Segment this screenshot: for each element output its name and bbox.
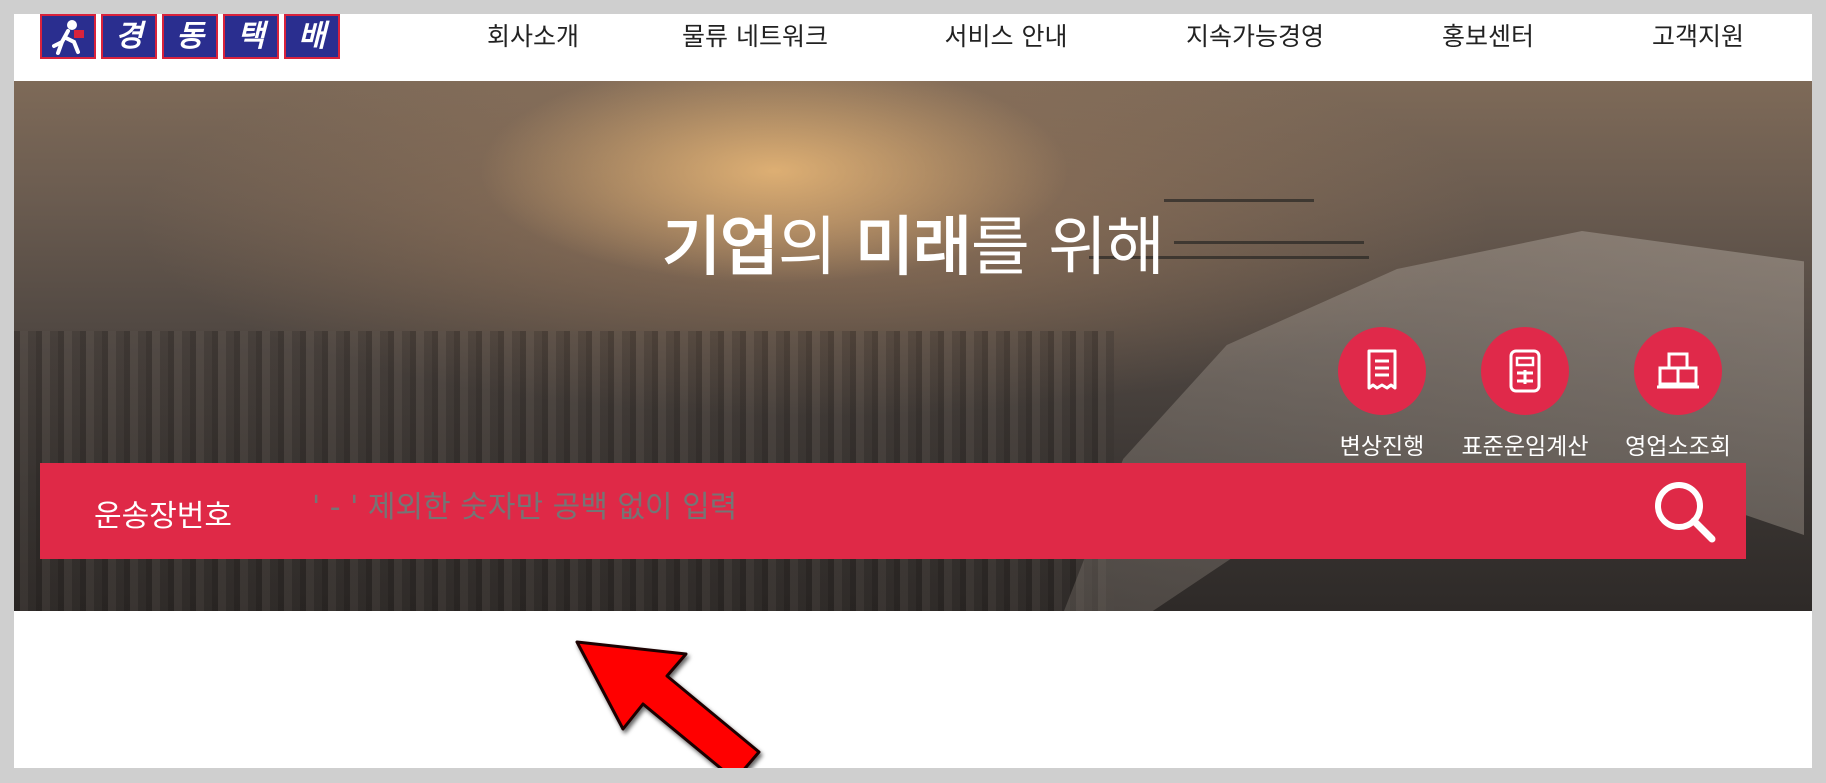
browser-viewport: 경 동 택 배 회사소개 물류 네트워크 서비스 안내 지속가능경영 홍보센터 …: [14, 14, 1812, 768]
receipt-icon: [1338, 327, 1426, 415]
tagline-ending: 를 위해: [970, 211, 1165, 285]
search-button[interactable]: [1652, 479, 1718, 545]
calculator-icon: [1481, 327, 1569, 415]
branch-boxes-icon: [1634, 327, 1722, 415]
quick-link-label: 영업소조회: [1625, 434, 1731, 460]
quick-link-fare-calculator[interactable]: 표준운임계산: [1450, 327, 1600, 461]
main-nav: 회사소개 물류 네트워크 서비스 안내 지속가능경영 홍보센터 고객지원: [14, 14, 1812, 81]
red-arrow-pointer-icon: [569, 634, 769, 768]
site-header: 경 동 택 배 회사소개 물류 네트워크 서비스 안내 지속가능경영 홍보센터 …: [14, 14, 1812, 81]
tagline-word-future: 미래: [855, 211, 972, 285]
nav-item-customer-support[interactable]: 고객지원: [1652, 17, 1744, 53]
quick-link-compensation[interactable]: 변상진행: [1307, 327, 1457, 461]
nav-item-logistics-network[interactable]: 물류 네트워크: [682, 17, 828, 53]
tracking-number-label: 운송장번호: [94, 499, 232, 534]
tracking-number-input[interactable]: [310, 489, 1514, 526]
hero-tagline: 기업의 미래를 위해: [14, 196, 1812, 288]
tagline-word-enterprise: 기업: [662, 211, 779, 285]
search-icon: [1655, 482, 1716, 543]
nav-item-service-guide[interactable]: 서비스 안내: [945, 17, 1068, 53]
nav-item-pr-center[interactable]: 홍보센터: [1442, 17, 1534, 53]
nav-item-company[interactable]: 회사소개: [487, 17, 579, 53]
tagline-particle: 의: [777, 211, 856, 285]
nav-item-sustainability[interactable]: 지속가능경영: [1186, 17, 1324, 53]
quick-link-label: 변상진행: [1339, 434, 1425, 460]
quick-link-branch-lookup[interactable]: 영업소조회: [1603, 327, 1753, 461]
tracking-search-bar: 운송장번호: [40, 463, 1746, 559]
quick-link-label: 표준운임계산: [1461, 434, 1589, 460]
